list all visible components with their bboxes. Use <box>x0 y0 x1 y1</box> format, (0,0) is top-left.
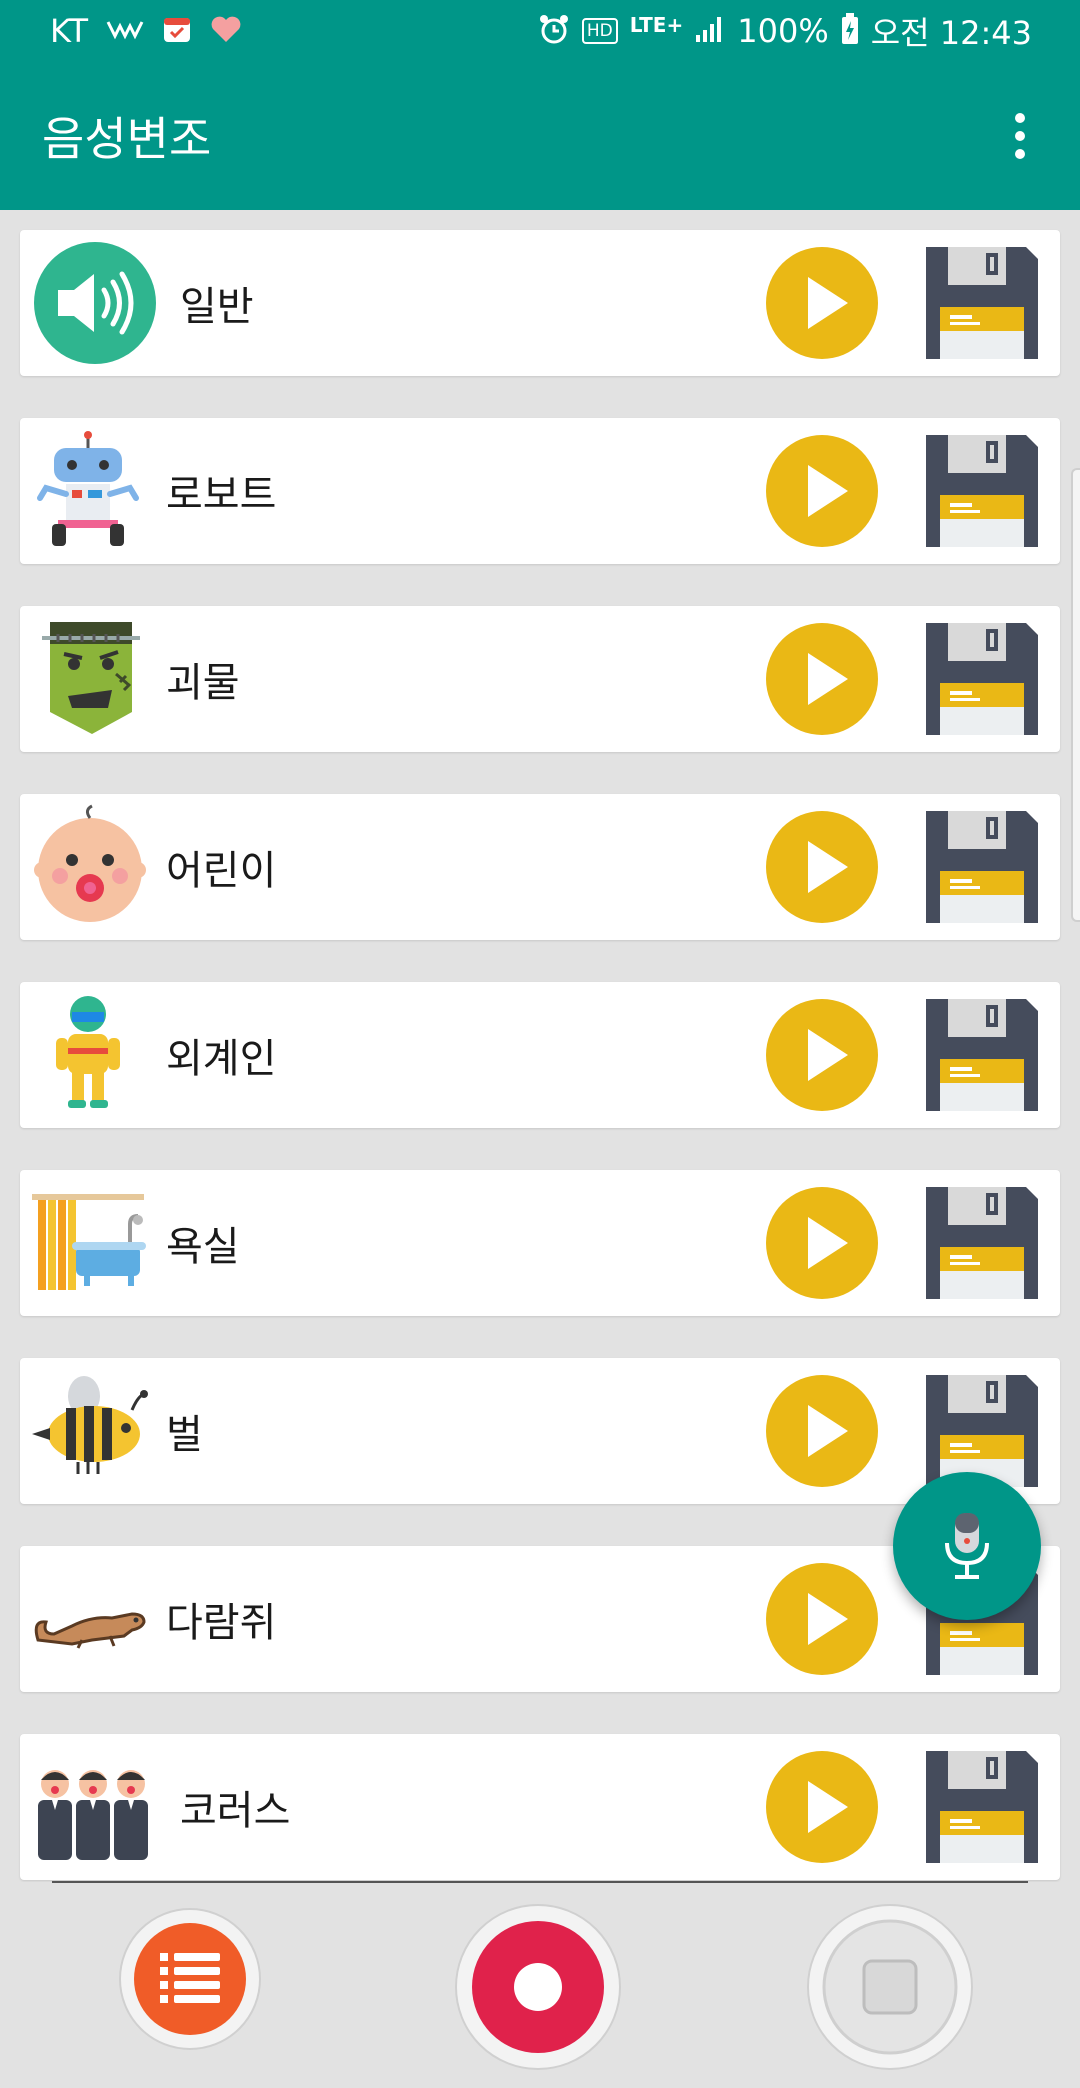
voice-label: 일반 <box>180 284 254 330</box>
baby-icon <box>32 804 158 930</box>
dot <box>1015 131 1025 141</box>
bottom-bar <box>0 1883 1080 2088</box>
play-button[interactable] <box>766 999 878 1111</box>
scroll-indicator[interactable] <box>1071 468 1080 922</box>
floppy-disk-icon <box>926 1187 1038 1299</box>
dot <box>1015 149 1025 159</box>
save-button[interactable] <box>926 999 1038 1111</box>
floppy-disk-icon <box>926 999 1038 1111</box>
floppy-disk-icon <box>926 623 1038 735</box>
bee-icon <box>32 1368 158 1494</box>
overflow-menu-button[interactable] <box>1000 106 1040 166</box>
app-bar: 음성변조 <box>0 62 1080 210</box>
dot <box>1015 113 1025 123</box>
list-icon <box>119 1908 261 2050</box>
save-button[interactable] <box>926 1187 1038 1299</box>
play-button[interactable] <box>766 811 878 923</box>
record-icon <box>455 1904 621 2070</box>
floppy-disk-icon <box>926 811 1038 923</box>
play-button[interactable] <box>766 1187 878 1299</box>
stop-button[interactable] <box>806 1903 974 2071</box>
record-button[interactable] <box>454 1903 622 2071</box>
lte-label: LTE+ <box>629 13 684 37</box>
voice-label: 외계인 <box>166 1036 277 1082</box>
voice-item-monster[interactable]: 괴물 <box>20 606 1060 752</box>
floppy-disk-icon <box>926 247 1038 359</box>
signal-icon <box>695 15 725 48</box>
list-button[interactable] <box>118 1907 262 2051</box>
voice-item-child[interactable]: 어린이 <box>20 794 1060 940</box>
robot-icon <box>32 428 158 554</box>
battery-charging-icon <box>841 12 859 50</box>
battery-percent: 100% <box>737 12 829 50</box>
wave-notification-icon <box>106 17 144 45</box>
voice-label: 벌 <box>166 1412 203 1458</box>
voice-item-robot[interactable]: 로보트 <box>20 418 1060 564</box>
save-button[interactable] <box>926 623 1038 735</box>
play-button[interactable] <box>766 435 878 547</box>
voice-label: 코러스 <box>180 1788 291 1834</box>
status-bar: KT HD LTE+ 100% 오전 12:43 <box>0 0 1080 62</box>
play-button[interactable] <box>766 1375 878 1487</box>
voice-item-bee[interactable]: 벌 <box>20 1358 1060 1504</box>
app-title: 음성변조 <box>42 112 212 166</box>
speaker-icon <box>32 240 158 366</box>
save-button[interactable] <box>926 435 1038 547</box>
carrier-label: KT <box>50 12 89 50</box>
floppy-disk-icon <box>926 435 1038 547</box>
chorus-icon <box>32 1744 158 1870</box>
voice-list[interactable]: 일반 로보트 괴물 어린이 외계인 욕실 벌 다람쥐 코러스 <box>0 210 1080 1882</box>
clock: 오전 12:43 <box>870 14 1032 52</box>
save-button[interactable] <box>926 1375 1038 1487</box>
play-button[interactable] <box>766 623 878 735</box>
floppy-disk-icon <box>926 1375 1038 1487</box>
stop-icon <box>807 1904 973 2070</box>
bathtub-icon <box>32 1180 158 1306</box>
floppy-disk-icon <box>926 1751 1038 1863</box>
play-button[interactable] <box>766 1751 878 1863</box>
voice-item-normal[interactable]: 일반 <box>20 230 1060 376</box>
hd-voice-icon: HD <box>581 18 618 44</box>
squirrel-icon <box>32 1556 158 1682</box>
microphone-fab[interactable] <box>893 1472 1041 1620</box>
microphone-icon <box>945 1513 989 1579</box>
play-button[interactable] <box>766 247 878 359</box>
heart-icon <box>210 15 242 48</box>
voice-label: 다람쥐 <box>166 1600 277 1646</box>
voice-label: 어린이 <box>166 848 277 894</box>
save-button[interactable] <box>926 811 1038 923</box>
save-button[interactable] <box>926 247 1038 359</box>
play-button[interactable] <box>766 1563 878 1675</box>
calendar-icon <box>162 14 192 49</box>
voice-label: 괴물 <box>166 660 240 706</box>
voice-item-bathroom[interactable]: 욕실 <box>20 1170 1060 1316</box>
voice-label: 로보트 <box>166 472 277 518</box>
save-button[interactable] <box>926 1751 1038 1863</box>
voice-item-alien[interactable]: 외계인 <box>20 982 1060 1128</box>
voice-label: 욕실 <box>166 1224 240 1270</box>
alarm-icon <box>538 13 570 50</box>
alien-icon <box>32 992 158 1118</box>
voice-item-chorus[interactable]: 코러스 <box>20 1734 1060 1880</box>
monster-icon <box>32 616 158 742</box>
